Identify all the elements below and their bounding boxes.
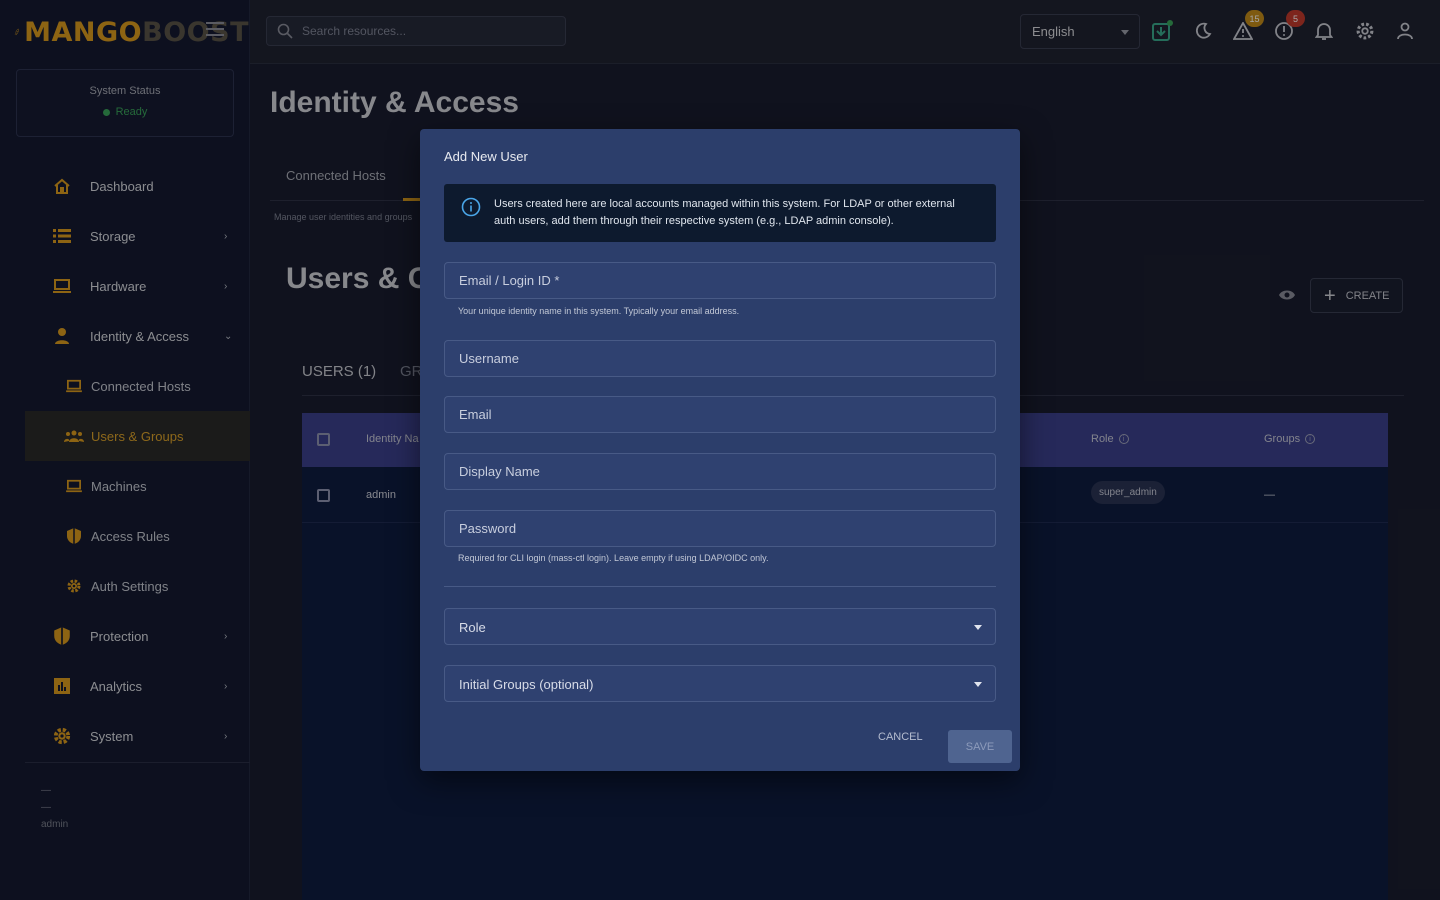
username-field[interactable] — [444, 340, 996, 377]
email-input[interactable] — [445, 397, 995, 432]
info-alert: Users created here are local accounts ma… — [444, 184, 996, 242]
dialog-divider — [444, 586, 996, 587]
login-id-input[interactable] — [445, 263, 995, 298]
password-field[interactable] — [444, 510, 996, 547]
info-icon — [461, 197, 481, 217]
cancel-button[interactable]: CANCEL — [878, 731, 923, 743]
login-id-field[interactable] — [444, 262, 996, 299]
dialog-title: Add New User — [444, 149, 528, 164]
info-alert-text: Users created here are local accounts ma… — [494, 198, 955, 227]
username-input[interactable] — [445, 341, 995, 376]
password-input[interactable] — [445, 511, 995, 546]
add-user-dialog: Add New User Users created here are loca… — [420, 129, 1020, 771]
login-id-helper: Your unique identity name in this system… — [458, 306, 740, 316]
display-name-input[interactable] — [445, 454, 995, 489]
initial-groups-select[interactable]: Initial Groups (optional) — [444, 665, 996, 702]
caret-down-icon — [974, 625, 982, 630]
role-select-label: Role — [459, 620, 486, 635]
groups-select-label: Initial Groups (optional) — [459, 677, 594, 692]
display-name-field[interactable] — [444, 453, 996, 490]
email-field[interactable] — [444, 396, 996, 433]
role-select[interactable]: Role — [444, 608, 996, 645]
password-helper: Required for CLI login (mass-ctl login).… — [458, 553, 769, 563]
caret-down-icon — [974, 682, 982, 687]
save-button[interactable]: SAVE — [948, 730, 1012, 763]
